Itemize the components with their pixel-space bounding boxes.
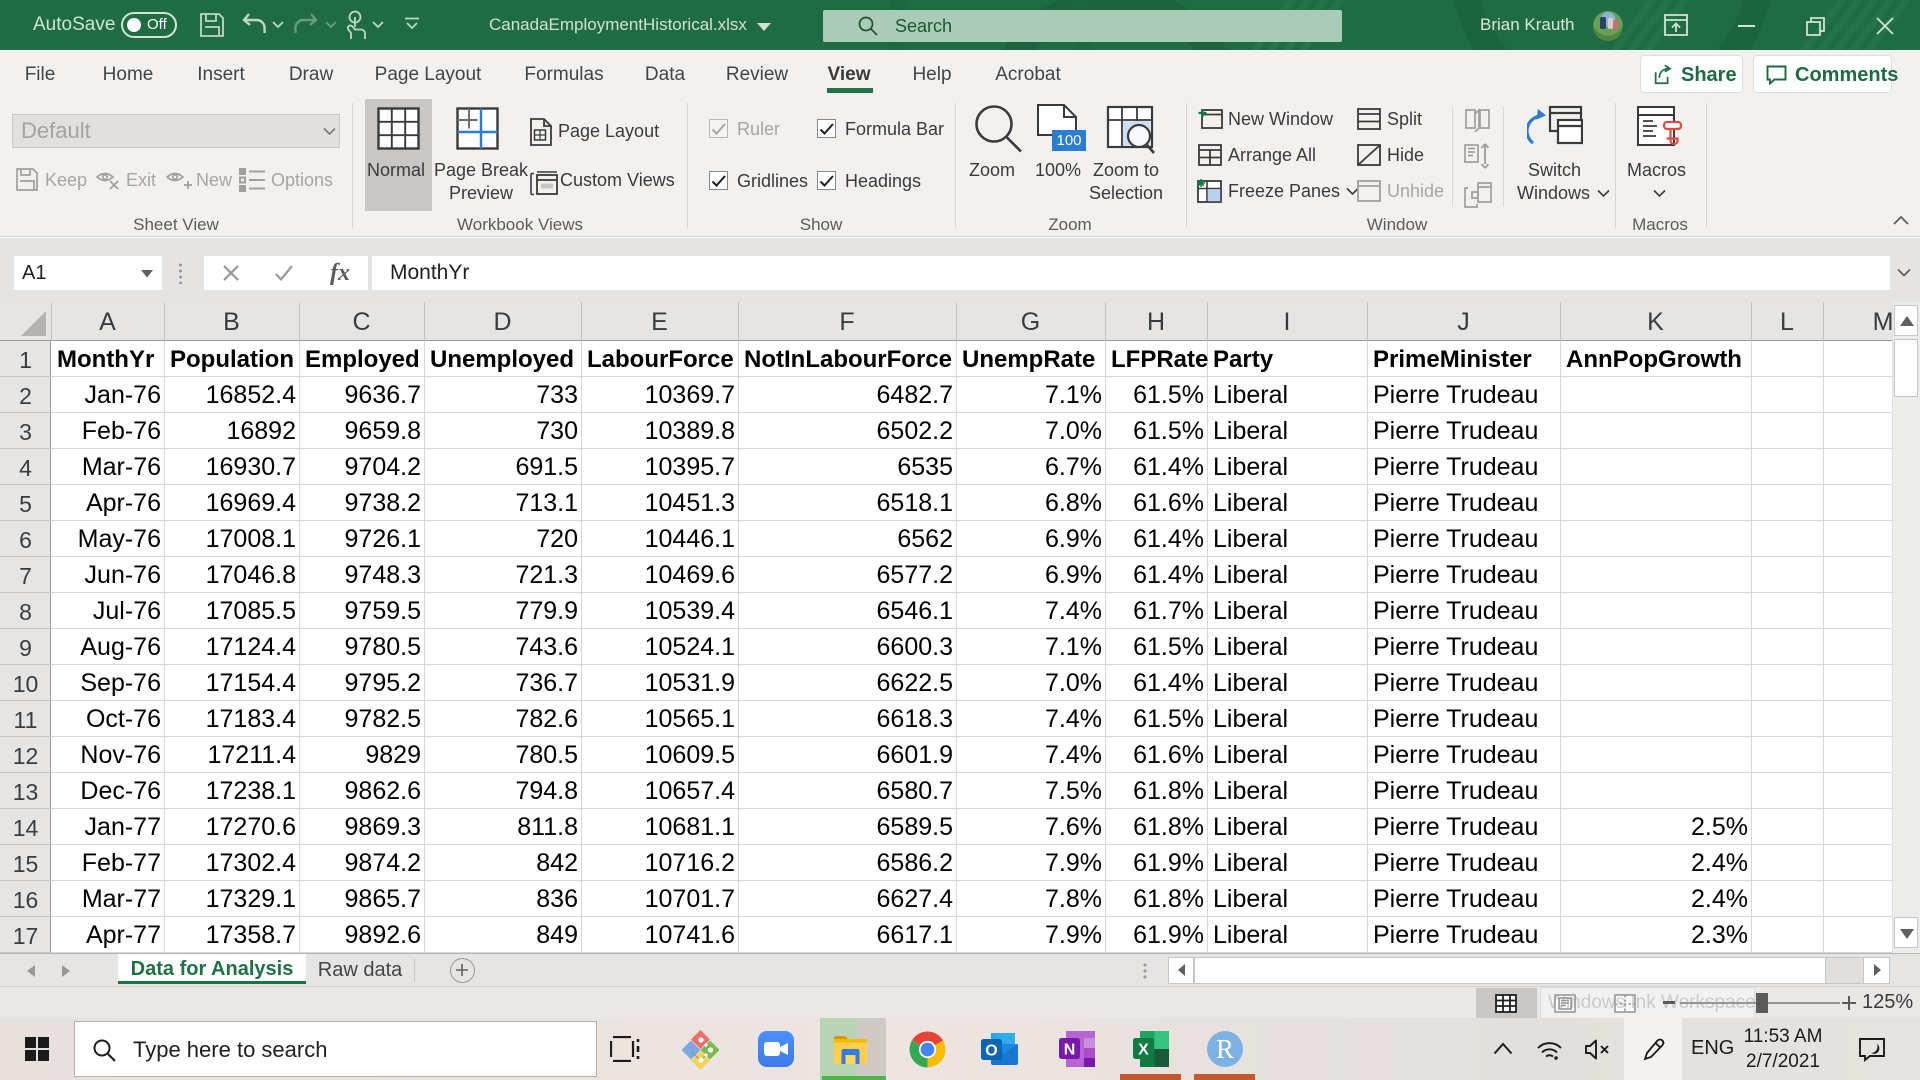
svg-text:N: N [1064,1042,1076,1059]
svg-text:O: O [985,1043,997,1060]
svg-text:X: X [1138,1042,1149,1059]
